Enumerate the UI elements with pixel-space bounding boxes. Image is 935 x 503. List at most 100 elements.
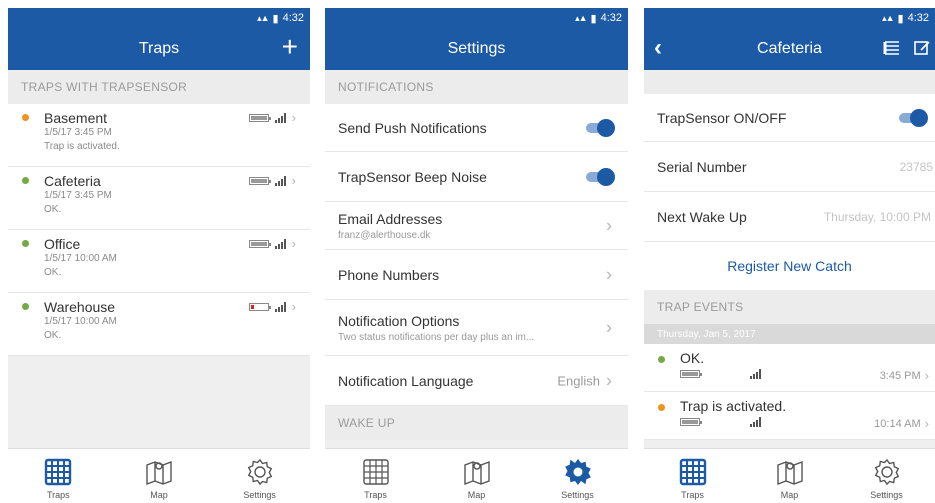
beep-noise-row[interactable]: TrapSensor Beep Noise [325,152,628,202]
battery-icon [680,370,702,378]
page-title: Settings [447,40,506,57]
notification-language-row[interactable]: Notification Language English › [325,356,628,406]
trap-status: OK. [44,267,62,278]
grid-icon [679,458,706,486]
setting-value: Two status notifications per day plus an… [338,331,535,343]
trap-row[interactable]: Cafeteria 1/5/17 3:45 PM OK. › [8,167,310,230]
serial-number-row: Serial Number 23785 [644,142,935,192]
signal-icon: ▴▲ [257,12,269,23]
chevron-right-icon: › [924,368,929,383]
setting-label: Serial Number [657,158,747,175]
trapsensor-onoff-row[interactable]: TrapSensor ON/OFF [644,94,935,142]
tab-settings[interactable]: Settings [527,449,628,503]
setting-value: franz@alerthouse.dk [338,229,431,241]
tab-bar: Traps Map Settings [8,448,310,503]
register-new-catch-button[interactable]: Register New Catch [644,242,935,290]
section-header-trap-events: TRAP EVENTS [644,290,935,324]
setting-label: Notification Options [338,312,460,329]
event-row[interactable]: Trap is activated. 10:14 AM › [644,392,935,440]
tab-label: Map [780,490,799,500]
signal-icon: ▴▲ [575,12,587,23]
map-icon [463,460,490,486]
trap-row[interactable]: Office 1/5/17 10:00 AM OK. › [8,230,310,293]
setting-label: TrapSensor Beep Noise [338,168,487,185]
push-notifications-row[interactable]: Send Push Notifications [325,104,628,152]
event-list: OK. 3:45 PM › Trap is activated. 10:14 AM › [644,344,935,440]
tab-label: Map [467,490,486,500]
trap-indicators: › [248,173,296,188]
page-title: Cafeteria [757,40,822,57]
trap-time: 1/5/17 10:00 AM [44,253,117,264]
event-time-text: 10:14 AM [874,417,921,430]
event-time: 10:14 AM › [874,416,929,431]
status-dot [658,404,665,411]
tab-map[interactable]: Map [109,449,210,503]
tab-bar: Traps Map Settings [325,448,628,503]
tab-label: Traps [364,490,387,500]
tab-traps[interactable]: Traps [8,449,109,503]
app-bar: Traps + [8,28,310,70]
tab-settings[interactable]: Settings [209,449,310,503]
battery-status-icon: ▮ [897,12,904,25]
status-time: 4:32 [907,12,929,24]
event-text: Trap is activated. [680,398,787,414]
gear-icon [874,458,899,486]
list-icon[interactable] [883,39,901,57]
push-toggle[interactable] [586,118,615,137]
date-strip: Thursday, Jan 5, 2017 [644,324,935,344]
trap-status: OK. [44,330,62,341]
chevron-right-icon: › [606,264,612,284]
tab-map[interactable]: Map [741,449,838,503]
notification-options-row[interactable]: Notification Options Two status notifica… [325,300,628,356]
chevron-right-icon: › [606,215,612,235]
app-bar: ‹ Cafeteria [644,28,935,70]
trap-indicators: › [248,299,296,314]
trapsensor-toggle[interactable] [899,108,928,127]
back-arrow-icon[interactable]: ‹ [654,36,662,60]
tab-traps[interactable]: Traps [325,449,426,503]
chevron-right-icon: › [291,299,296,314]
grid-icon [45,458,72,486]
edit-icon[interactable] [913,39,931,57]
status-dot [22,303,29,310]
status-time: 4:32 [282,12,304,24]
traps-screen: ▴▲ ▮ 4:32 Traps + TRAPS WITH TRAPSENSOR … [8,8,310,503]
trap-row[interactable]: Basement 1/5/17 3:45 PM Trap is activated.… [8,104,310,167]
gear-icon [564,459,591,485]
tab-label: Traps [47,490,70,500]
chevron-right-icon: › [606,370,612,390]
chevron-right-icon: › [291,110,296,125]
tab-map[interactable]: Map [426,449,527,503]
chevron-right-icon: › [291,236,296,251]
battery-status-icon: ▮ [272,12,279,25]
status-dot [22,240,29,247]
trap-row[interactable]: Warehouse 1/5/17 10:00 AM OK. › [8,293,310,356]
setting-label: Email Addresses [338,210,443,227]
battery-icon [680,418,702,426]
next-wake-up-row[interactable]: Next Wake Up Thursday, 10:00 PM [644,192,935,242]
chevron-right-icon: › [924,416,929,431]
tab-label: Map [150,490,168,500]
beep-toggle[interactable] [586,167,615,186]
language-value: English [557,373,600,388]
battery-icon [248,113,271,122]
setting-label: Phone Numbers [338,266,440,283]
gear-icon [247,458,272,486]
battery-icon [248,176,271,185]
phone-numbers-row[interactable]: Phone Numbers › [325,250,628,300]
plus-icon[interactable]: + [282,32,298,62]
email-addresses-row[interactable]: Email Addresses franz@alerthouse.dk › [325,202,628,250]
signal-strength-icon [750,369,761,379]
battery-icon [248,239,271,248]
screenshot-stage: ▴▲ ▮ 4:32 Traps + TRAPS WITH TRAPSENSOR … [0,0,935,503]
event-row[interactable]: OK. 3:45 PM › [644,344,935,392]
status-dot [22,177,29,184]
trap-time: 1/5/17 3:45 PM [44,190,112,201]
settings-screen: ▴▲ ▮ 4:32 Settings NOTIFICATIONS Send Pu… [325,8,628,503]
setting-label: Send Push Notifications [338,119,487,136]
signal-icon: ▴▲ [882,12,894,23]
tab-traps[interactable]: Traps [644,449,741,503]
status-bar: ▴▲ ▮ 4:32 [644,8,935,28]
battery-icon [248,302,271,311]
tab-settings[interactable]: Settings [838,449,935,503]
